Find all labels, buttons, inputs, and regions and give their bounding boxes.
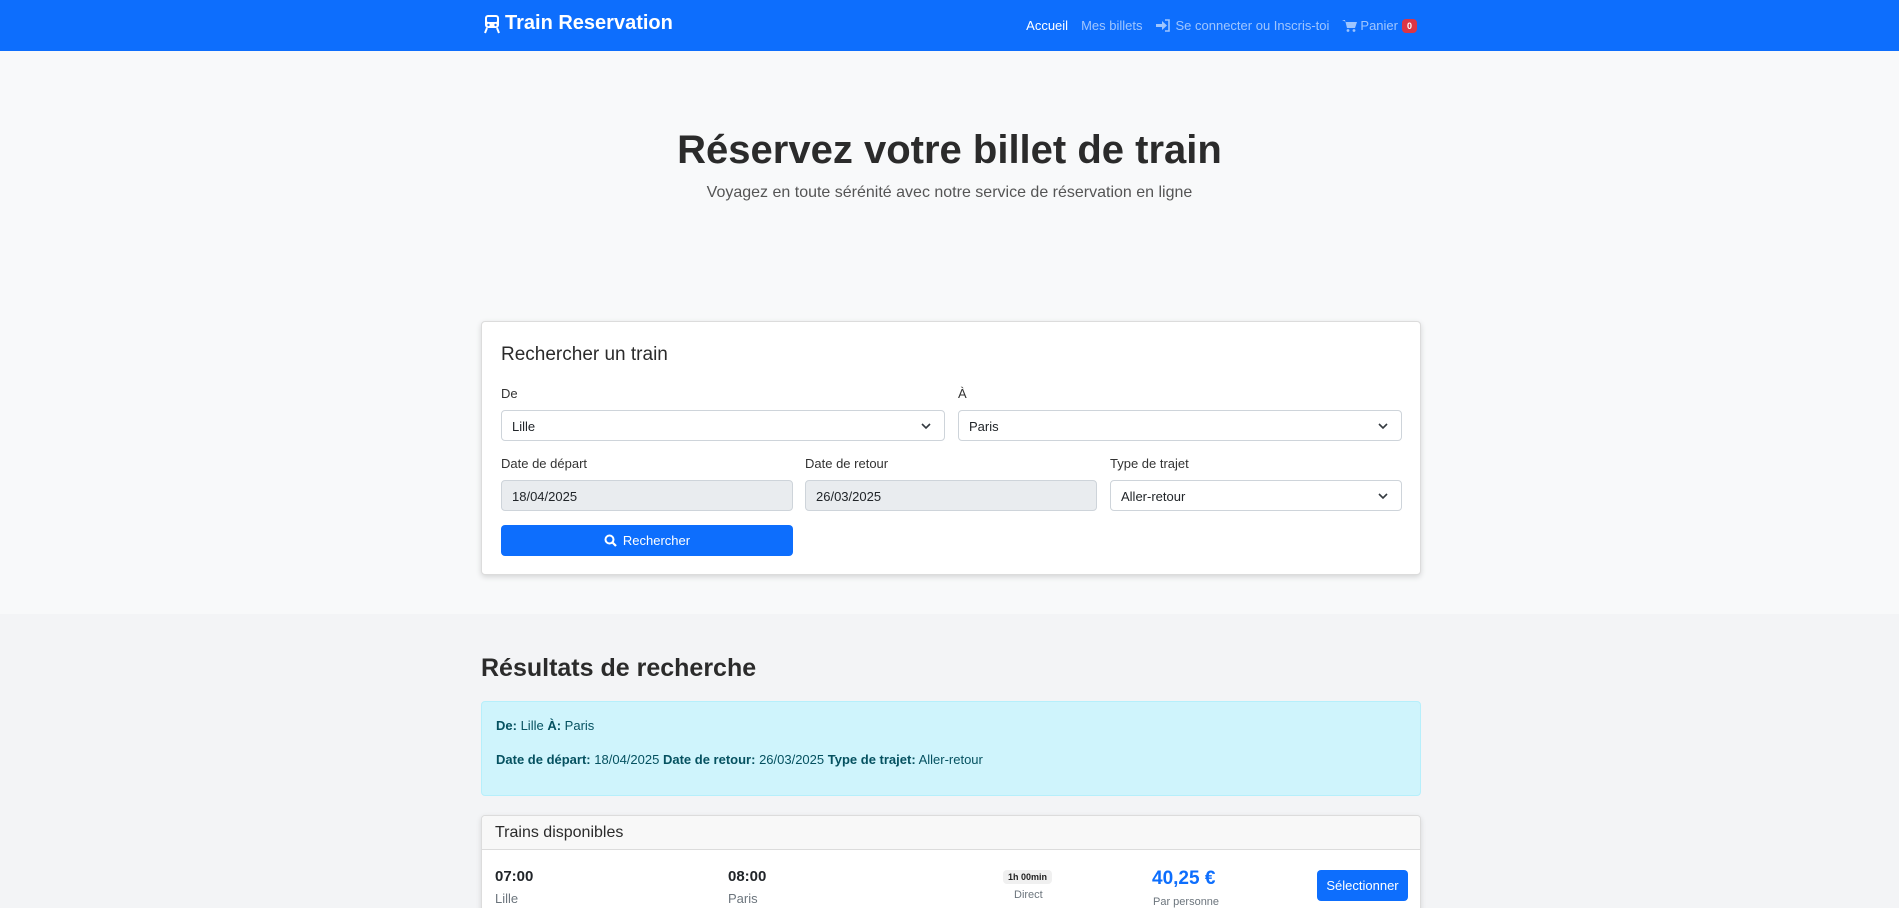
search-card: Rechercher un train De Lille À Paris Dat…	[481, 321, 1421, 575]
summary-from-key: De:	[496, 718, 517, 733]
search-button[interactable]: Rechercher	[501, 525, 793, 556]
from-label: De	[501, 386, 518, 401]
to-select[interactable]: Paris	[958, 410, 1402, 441]
brand-link[interactable]: Train Reservation	[482, 12, 673, 35]
price-note: Par personne	[1153, 896, 1220, 908]
trip-type-label: Type de trajet	[1110, 456, 1189, 471]
return-date-field[interactable]: 26/03/2025	[805, 480, 1097, 511]
summary-depart-value: 18/04/2025	[594, 752, 660, 767]
summary-depart-key: Date de départ:	[496, 752, 591, 767]
select-train-button[interactable]: Sélectionner	[1317, 870, 1408, 901]
summary-return-key: Date de retour:	[662, 752, 756, 767]
search-card-title: Rechercher un train	[501, 344, 668, 365]
train-price: 40,25 €	[1152, 868, 1216, 889]
cart-count-badge: 0	[1401, 18, 1417, 33]
hero-title: Réservez votre billet de train	[677, 128, 1222, 172]
brand-name: Train Reservation	[505, 12, 673, 34]
summary-type-value: Aller-retour	[918, 752, 983, 767]
summary-route: De: Lille À: Paris	[496, 718, 594, 733]
search-button-label: Rechercher	[622, 533, 691, 548]
nav-login[interactable]: Se connecter ou Inscris-toi	[1155, 18, 1330, 33]
to-label: À	[958, 386, 967, 401]
depart-city: Lille	[495, 891, 519, 906]
depart-date-field[interactable]: 18/04/2025	[501, 480, 793, 511]
from-select-value: Lille	[512, 419, 536, 434]
nav-cart-label: Panier	[1360, 18, 1398, 33]
search-icon	[604, 534, 617, 547]
hero-subtitle: Voyagez en toute sérénité avec notre ser…	[706, 184, 1193, 201]
summary-to-value: Paris	[564, 718, 595, 733]
from-select[interactable]: Lille	[501, 410, 945, 441]
nav-login-label: Se connecter ou Inscris-toi	[1175, 18, 1330, 33]
chevron-down-icon	[1378, 493, 1388, 500]
nav-links: Accueil Mes billets Se connecter ou Insc…	[1013, 0, 1417, 51]
results-title: Résultats de recherche	[481, 654, 757, 682]
chevron-down-icon	[921, 423, 931, 430]
summary-type-key: Type de trajet:	[827, 752, 916, 767]
trip-type-select[interactable]: Aller-retour	[1110, 480, 1402, 511]
to-select-value: Paris	[969, 419, 999, 434]
trip-type-value: Aller-retour	[1121, 489, 1186, 504]
trains-card-header: Trains disponibles	[482, 816, 1420, 850]
train-icon	[484, 14, 500, 33]
arrive-time: 08:00	[728, 868, 767, 885]
search-summary-alert: De: Lille À: Paris Date de départ: 18/04…	[481, 701, 1421, 796]
arrive-city: Paris	[728, 891, 758, 906]
trains-header-title: Trains disponibles	[495, 824, 624, 841]
available-trains-card: Trains disponibles 07:00 Lille 08:00 Par…	[481, 815, 1421, 908]
sign-in-icon	[1155, 19, 1170, 32]
train-type: Direct	[1014, 889, 1043, 901]
depart-date-label: Date de départ	[501, 456, 588, 471]
duration-badge: 1h 00min	[1003, 870, 1053, 884]
nav-my-tickets[interactable]: Mes billets	[1081, 18, 1142, 33]
summary-to-key: À:	[547, 718, 562, 733]
chevron-down-icon	[1378, 423, 1388, 430]
nav-cart[interactable]: Panier 0	[1342, 18, 1417, 33]
summary-from-value: Lille	[520, 718, 544, 733]
summary-dates: Date de départ: 18/04/2025 Date de retou…	[496, 752, 983, 767]
depart-time: 07:00	[495, 868, 534, 885]
cart-icon	[1342, 20, 1358, 32]
summary-return-value: 26/03/2025	[759, 752, 825, 767]
top-navbar: Train Reservation Accueil Mes billets Se…	[0, 0, 1899, 51]
nav-home[interactable]: Accueil	[1026, 18, 1068, 33]
return-date-label: Date de retour	[805, 456, 889, 471]
